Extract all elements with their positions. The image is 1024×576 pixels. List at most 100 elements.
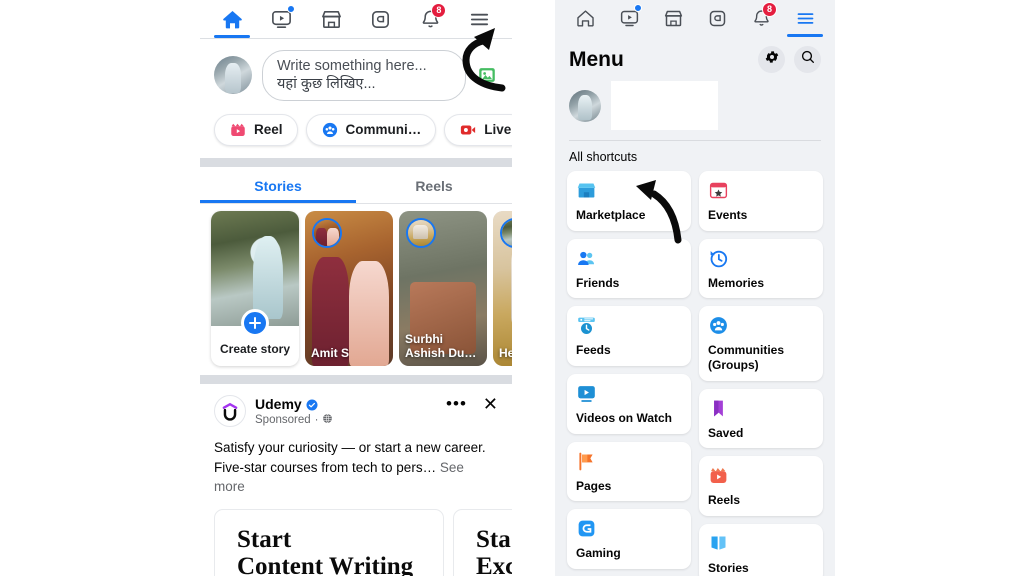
nav-video[interactable] xyxy=(609,0,649,36)
shortcut-videos-on-watch[interactable]: Videos on Watch xyxy=(567,373,691,434)
facebook-menu-panel: 8 Menu All shortcuts Marketplace Friends… xyxy=(555,0,835,576)
post-author[interactable]: Udemy xyxy=(255,396,437,412)
shortcut-label: Friends xyxy=(576,275,620,290)
more-options-icon[interactable]: ••• xyxy=(446,395,467,412)
shortcut-gaming[interactable]: Gaming xyxy=(567,509,691,569)
nav-notifications[interactable]: 8 xyxy=(410,1,450,37)
tab-reels[interactable]: Reels xyxy=(356,167,512,203)
unread-dot xyxy=(286,5,295,13)
story-create[interactable]: Create story xyxy=(211,210,299,366)
communities-icon xyxy=(321,121,339,139)
nav-marketplace[interactable] xyxy=(653,0,693,36)
nav-menu-active[interactable] xyxy=(785,0,825,37)
chip-reel[interactable]: Reel xyxy=(214,113,298,146)
composer-placeholder-en: Write something here... xyxy=(277,58,427,74)
chip-label: Reel xyxy=(254,122,283,138)
verified-badge-icon xyxy=(306,398,318,411)
chip-communities[interactable]: Communi… xyxy=(305,113,437,146)
nav-groups[interactable] xyxy=(697,0,737,36)
ad-card[interactable]: Start Content Writing xyxy=(214,508,444,576)
shortcut-events[interactable]: Events xyxy=(699,171,823,231)
search-button[interactable] xyxy=(794,46,821,73)
shortcut-communities[interactable]: Communities (Groups) xyxy=(699,306,823,381)
story-author-ring xyxy=(500,217,512,248)
ad-card-line1: Sta xyxy=(476,525,511,553)
user-avatar[interactable] xyxy=(214,56,252,95)
shortcut-label: Reels xyxy=(708,493,741,508)
shortcut-label: Feeds xyxy=(576,343,611,358)
close-icon[interactable]: ✕ xyxy=(483,395,498,414)
nav-groups[interactable] xyxy=(361,1,401,37)
nav-notifications[interactable]: 8 xyxy=(741,0,781,36)
story-card[interactable]: Surbhi Ashish Du… xyxy=(399,210,487,366)
shortcut-marketplace[interactable]: Marketplace xyxy=(567,171,691,231)
story-card[interactable]: Hee… Gup… xyxy=(493,210,512,366)
ad-card-line2: Content Writing xyxy=(237,552,414,576)
left-top-navigation: 8 xyxy=(200,0,512,38)
active-tab-underline xyxy=(787,34,823,37)
live-icon xyxy=(459,121,477,139)
hamburger-icon xyxy=(468,8,491,31)
tab-stories[interactable]: Stories xyxy=(200,167,356,203)
story-card[interactable]: Amit Sharma xyxy=(305,210,393,366)
settings-button[interactable] xyxy=(758,46,785,73)
shortcut-memories[interactable]: Memories xyxy=(699,238,823,299)
post-author-name: Udemy xyxy=(255,395,302,412)
nav-home[interactable] xyxy=(565,0,605,36)
section-separator xyxy=(200,374,512,384)
shortcut-reels[interactable]: Reels xyxy=(699,456,823,516)
gear-icon xyxy=(764,49,780,70)
shortcut-saved[interactable]: Saved xyxy=(699,388,823,449)
quick-action-chips: Reel Communi… Live xyxy=(200,109,512,158)
shortcut-friends[interactable]: Friends xyxy=(567,238,691,299)
ad-card[interactable]: Sta Exc xyxy=(453,508,512,576)
post-body-line2-wrap: Five-star courses from tech to pers… See… xyxy=(214,458,498,497)
composer-input[interactable]: Write something here... यहां कुछ लिखिए..… xyxy=(262,50,466,101)
post-meta: Udemy Sponsored · xyxy=(255,395,437,427)
shortcut-label: Stories xyxy=(708,560,749,575)
udemy-logo-icon[interactable] xyxy=(214,394,246,427)
shortcut-label: Gaming xyxy=(576,546,621,561)
active-tab-underline xyxy=(214,35,250,38)
nav-home[interactable] xyxy=(212,1,252,38)
ad-card-carousel[interactable]: Start Content Writing Sta Exc xyxy=(200,496,512,576)
shortcut-label: Pages xyxy=(576,478,612,493)
shortcut-stories[interactable]: Stories xyxy=(699,523,823,576)
shortcut-label: Memories xyxy=(708,275,765,290)
stories-carousel[interactable]: Create story Amit Sharma Surbhi Ashish D… xyxy=(200,203,512,375)
ad-card-line1: Start xyxy=(237,525,292,553)
communities-icon xyxy=(708,315,729,336)
groups-icon xyxy=(369,8,392,31)
memories-icon xyxy=(708,248,729,269)
shortcut-feeds[interactable]: Feeds xyxy=(567,306,691,366)
stories-reels-tabs: Stories Reels xyxy=(200,166,512,203)
home-icon xyxy=(575,8,596,29)
shortcuts-column-left: Marketplace Friends Feeds Videos on Watc… xyxy=(567,171,691,569)
right-top-navigation: 8 xyxy=(555,0,835,37)
feeds-icon xyxy=(576,315,597,336)
nav-video[interactable] xyxy=(262,1,302,37)
avatar[interactable] xyxy=(569,89,601,122)
menu-header-actions xyxy=(758,46,821,73)
post-subtitle: Sponsored · xyxy=(255,413,437,427)
post-body-line2: Five-star courses from tech to pers… xyxy=(214,459,437,475)
screenshot-root: 8 Write something here... यहां कुछ लिखिए… xyxy=(0,0,1024,576)
story-label: Hee… Gup… xyxy=(499,345,512,360)
notifications-badge: 8 xyxy=(431,3,447,18)
photo-icon[interactable] xyxy=(476,64,498,86)
shortcut-label: Videos on Watch xyxy=(576,410,673,425)
post-header: Udemy Sponsored · ••• ✕ xyxy=(214,395,498,427)
chip-live[interactable]: Live xyxy=(444,113,512,146)
composer-placeholder-hi: यहां कुछ लिखिए... xyxy=(277,76,376,93)
separator-dot: · xyxy=(314,413,319,426)
shortcut-pages[interactable]: Pages xyxy=(567,441,691,502)
nav-marketplace[interactable] xyxy=(311,1,351,37)
shortcuts-column-right: Events Memories Communities (Groups) Sav… xyxy=(699,171,823,576)
profile-row[interactable] xyxy=(555,77,835,140)
search-icon xyxy=(800,49,816,70)
watch-icon xyxy=(576,383,597,404)
story-author-ring xyxy=(406,217,436,248)
nav-menu[interactable] xyxy=(460,1,500,37)
post-body-line1: Satisfy your curiosity — or start a new … xyxy=(214,439,486,455)
post-actions: ••• ✕ xyxy=(446,395,498,414)
